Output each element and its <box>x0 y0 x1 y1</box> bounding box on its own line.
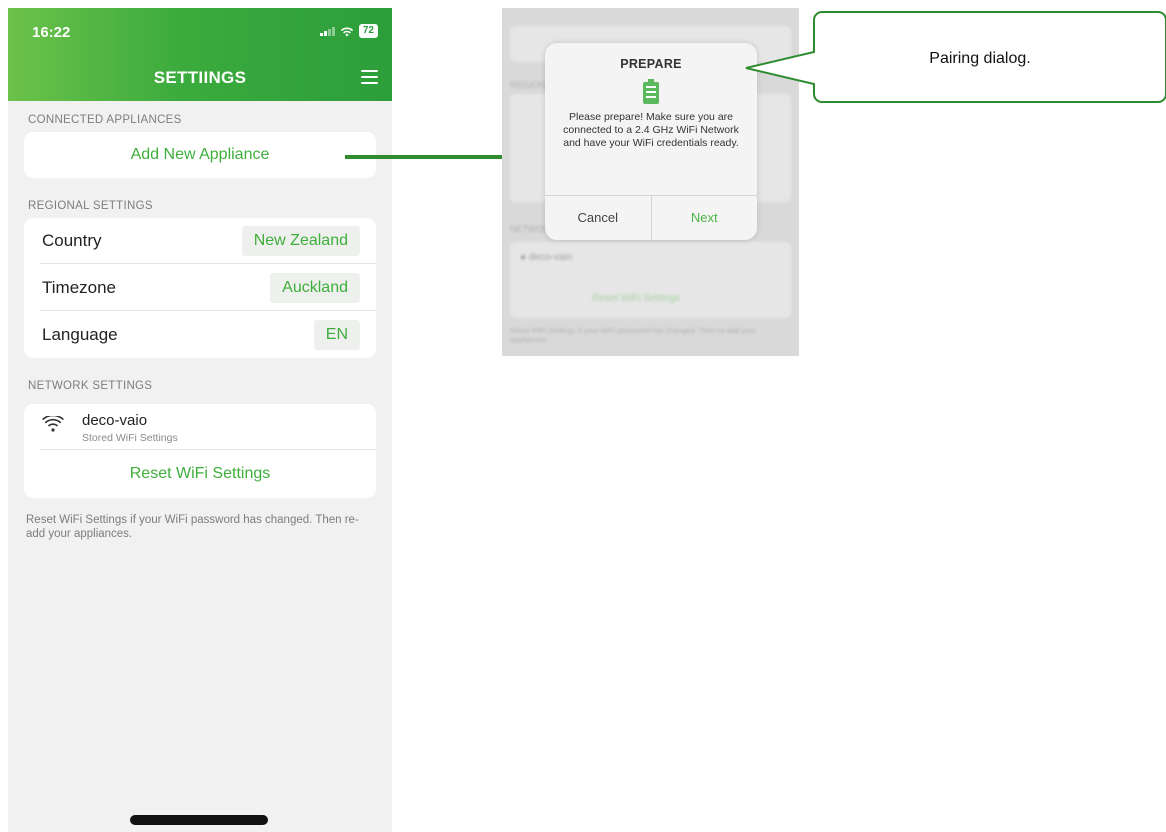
reset-help-text: Reset WiFi Settings if your WiFi passwor… <box>26 514 359 540</box>
wifi-status-icon <box>340 27 354 36</box>
wifi-icon <box>42 416 64 432</box>
country-row[interactable]: Country New Zealand <box>24 218 376 264</box>
battery-indicator: 72 <box>358 24 378 38</box>
section-label-regional: REGIONAL SETTINGS <box>28 200 153 212</box>
add-appliance-button[interactable]: Add New Appliance <box>24 132 376 178</box>
settings-screen: 16:22 72 SETTIINGS CONNECTED APPLIANCES … <box>8 8 392 832</box>
wifi-name: deco-vaio <box>82 412 148 429</box>
hamburger-icon[interactable] <box>361 70 378 88</box>
next-button[interactable]: Next <box>652 196 758 240</box>
signal-icon <box>319 26 335 36</box>
dialog-title: PREPARE <box>620 57 682 71</box>
home-indicator[interactable] <box>130 815 268 825</box>
page-title: SETTIINGS <box>153 68 247 87</box>
network-card: deco-vaio Stored WiFi Settings Reset WiF… <box>24 404 376 498</box>
connected-card: Add New Appliance <box>24 132 376 178</box>
divider <box>40 263 376 264</box>
country-label: Country <box>42 231 102 250</box>
battery-list-icon <box>643 79 659 104</box>
dialog-message: Please prepare! Make sure you are connec… <box>563 111 739 149</box>
app-header: 16:22 72 SETTIINGS <box>8 8 392 101</box>
dialog-buttons: Cancel Next <box>545 195 757 240</box>
language-label: Language <box>42 325 118 344</box>
divider <box>40 310 376 311</box>
divider <box>40 449 376 450</box>
timezone-value[interactable]: Auckland <box>270 273 360 303</box>
wifi-row: deco-vaio Stored WiFi Settings <box>24 404 376 450</box>
country-value[interactable]: New Zealand <box>241 226 360 256</box>
wifi-subtitle: Stored WiFi Settings <box>82 432 178 444</box>
cancel-button[interactable]: Cancel <box>545 196 652 240</box>
reset-wifi-button[interactable]: Reset WiFi Settings <box>24 451 376 497</box>
status-icons: 72 <box>319 24 378 38</box>
status-time: 16:22 <box>32 24 71 41</box>
language-row[interactable]: Language EN <box>24 312 376 358</box>
prepare-dialog: PREPARE Please prepare! Make sure you ar… <box>545 43 757 240</box>
section-label-network: NETWORK SETTINGS <box>28 380 153 392</box>
timezone-row[interactable]: Timezone Auckland <box>24 265 376 311</box>
section-label-connected: CONNECTED APPLIANCES <box>28 114 182 126</box>
language-value[interactable]: EN <box>313 320 360 350</box>
regional-card: Country New Zealand Timezone Auckland La… <box>24 218 376 358</box>
timezone-label: Timezone <box>42 278 117 297</box>
callout-text: Pairing dialog. <box>929 50 1031 67</box>
